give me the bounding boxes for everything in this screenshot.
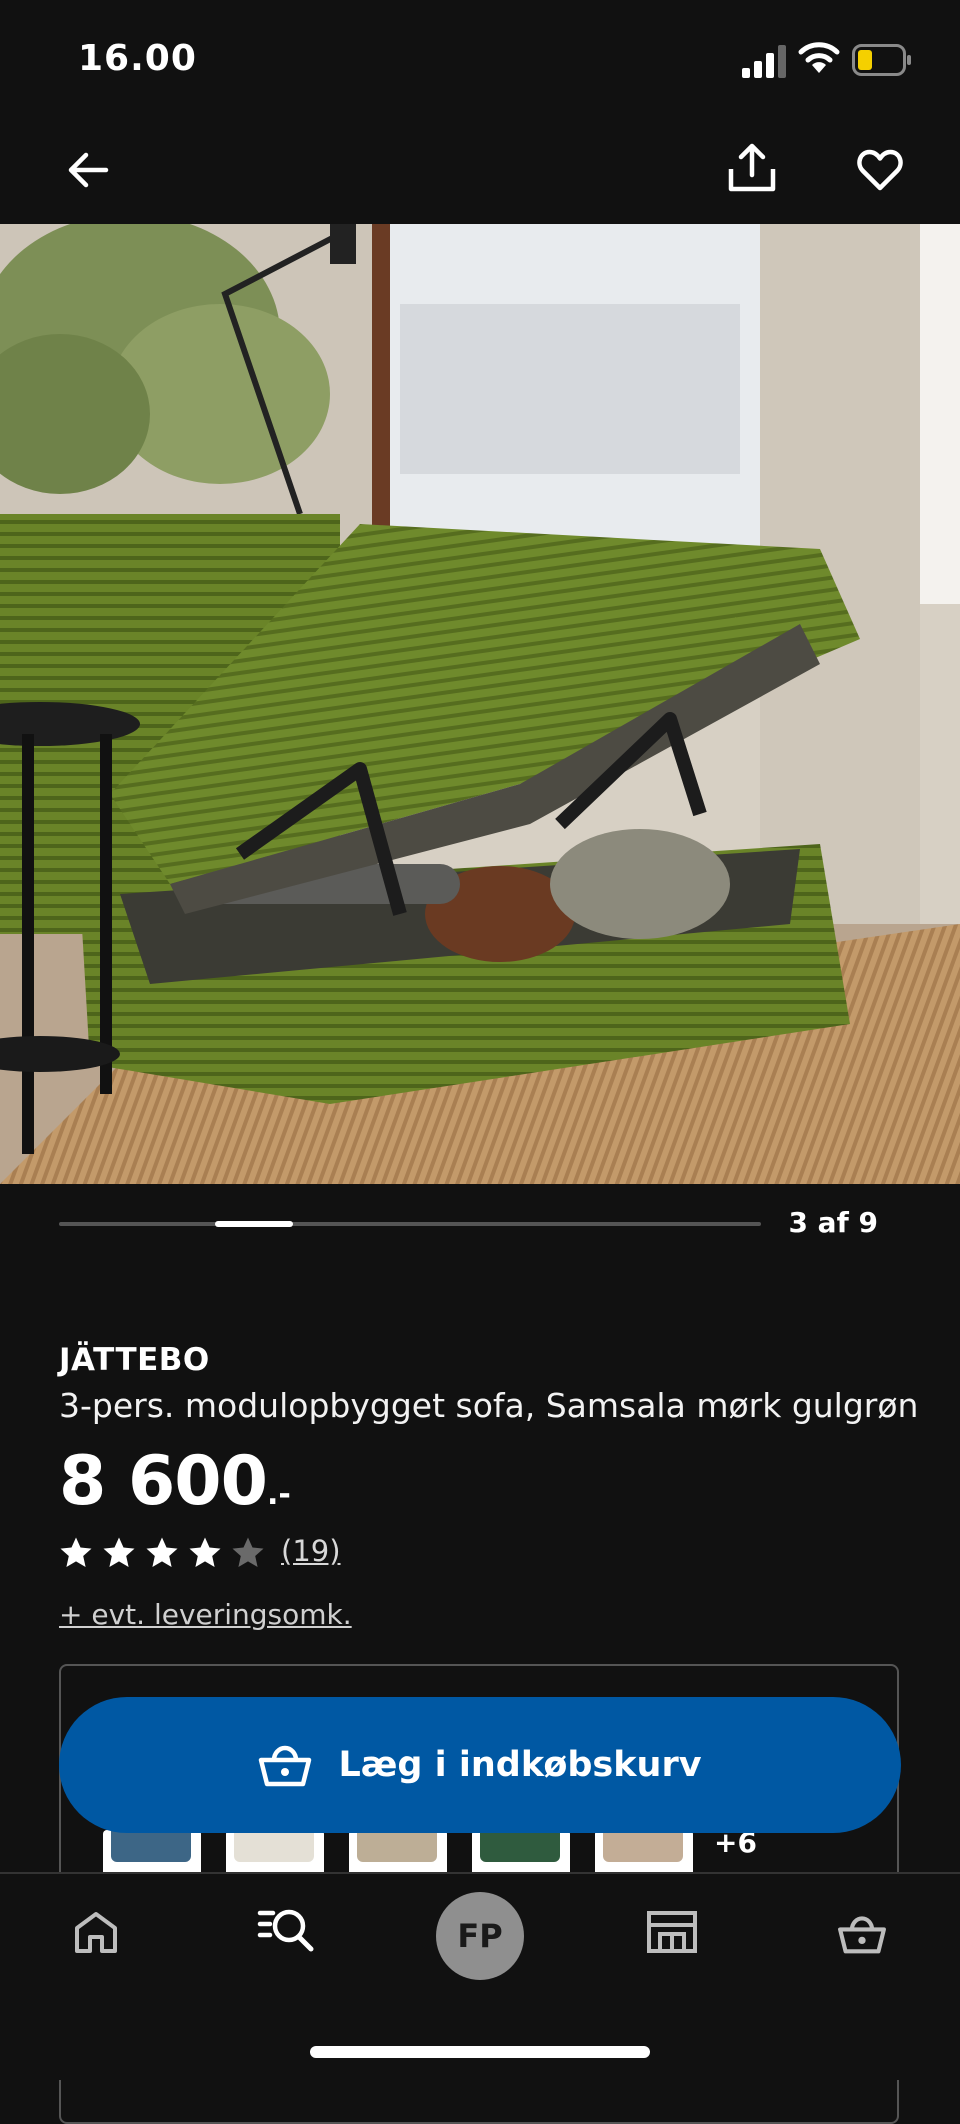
tab-home[interactable] [56,1892,136,1972]
tab-profile-avatar[interactable]: FP [436,1892,524,1980]
shopping-basket-icon [259,1745,312,1787]
tab-stores[interactable] [632,1892,712,1972]
status-time: 16.00 [78,38,197,79]
search-icon [257,1909,314,1952]
star-filled-icon [146,1537,178,1567]
star-empty-icon [232,1537,264,1567]
cellular-signal-icon [742,45,786,78]
gallery-progress-track[interactable] [59,1222,761,1226]
star-filled-icon [60,1537,92,1567]
star-filled-icon [103,1537,135,1567]
price-suffix: .- [266,1477,291,1512]
home-indicator[interactable] [310,2046,650,2058]
product-image[interactable] [0,224,960,1184]
sofa-swatch [357,1830,437,1862]
heart-icon [857,149,903,191]
tab-search[interactable] [246,1890,326,1970]
cart-icon [838,1916,886,1954]
back-button[interactable] [56,138,120,202]
store-icon [647,1911,697,1953]
gallery-counter: 3 af 9 [788,1206,878,1239]
sofa-swatch [480,1830,560,1862]
add-to-cart-label: Læg i indkøbskurv [338,1745,702,1785]
share-icon [728,143,776,192]
price-amount: 8 600 [59,1442,268,1521]
add-to-cart-button[interactable]: Læg i indkøbskurv [59,1697,901,1833]
favorite-button[interactable] [848,138,912,202]
share-button[interactable] [720,136,784,200]
home-icon [75,1912,117,1953]
sofa-swatch [234,1830,314,1862]
rating-stars[interactable] [59,1536,265,1570]
tab-cart[interactable] [822,1894,902,1974]
product-description: 3-pers. modulopbygget sofa, Samsala mørk… [59,1386,919,1425]
wifi-icon [798,42,840,73]
sofa-swatch [111,1830,191,1862]
delivery-cost-link[interactable]: + evt. leveringsomk. [59,1598,352,1631]
product-price: 8 600.- [59,1442,291,1535]
star-filled-icon [189,1537,221,1567]
battery-icon [852,44,911,76]
sofa-swatch [603,1830,683,1862]
product-brand: JÄTTEBO [59,1342,210,1378]
sofa-storage-photo [0,224,960,1184]
back-arrow-icon [68,152,109,188]
review-count-link[interactable]: (19) [281,1534,341,1568]
gallery-progress-indicator [215,1221,293,1227]
